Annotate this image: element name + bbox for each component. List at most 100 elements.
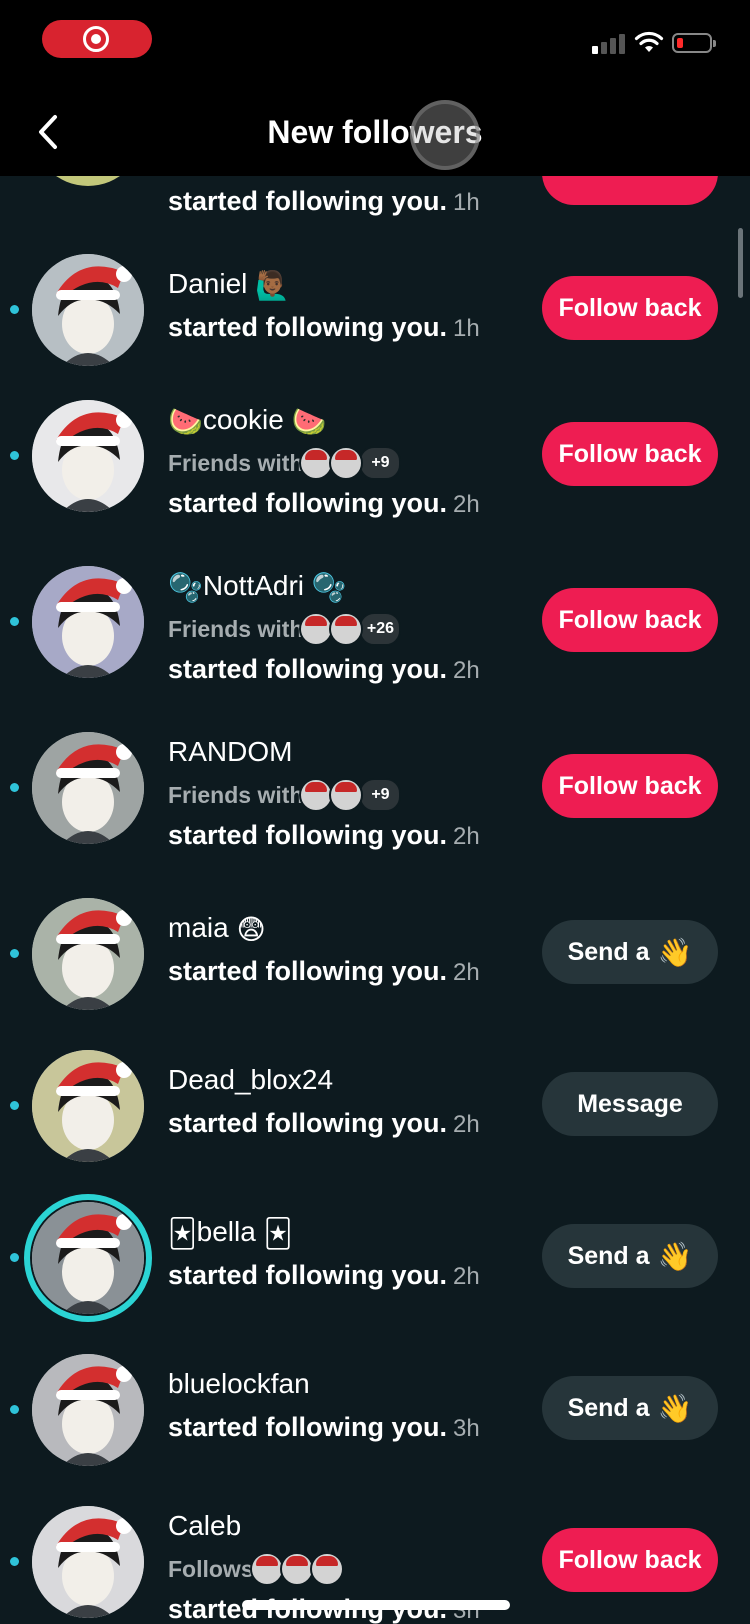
timestamp: 1h bbox=[453, 315, 480, 342]
username[interactable]: RANDOM bbox=[168, 736, 292, 768]
wave-icon: 👋 bbox=[657, 936, 693, 968]
timestamp: 2h bbox=[453, 1263, 480, 1290]
unread-dot bbox=[10, 949, 19, 958]
name-emoji: 🃏 bbox=[263, 1218, 293, 1250]
follow-back-button[interactable]: Follow back bbox=[542, 588, 718, 652]
mutual-avatar bbox=[299, 778, 334, 812]
mutual-avatar bbox=[309, 1552, 344, 1586]
home-indicator[interactable] bbox=[242, 1600, 510, 1610]
follow-action-text: started following you. 2h bbox=[168, 956, 480, 986]
name-emoji: 🍉 bbox=[291, 406, 327, 438]
list-item[interactable]: Dead_blox24started following you. 2h Messa… bbox=[0, 1046, 750, 1186]
mutual-avatar bbox=[329, 612, 364, 646]
follow-back-button-partial[interactable] bbox=[542, 176, 718, 205]
avatar[interactable] bbox=[32, 400, 144, 512]
name-emoji: 🙋🏾‍♂️ bbox=[255, 270, 291, 302]
name-emoji: 🫧 bbox=[311, 572, 347, 604]
timestamp: 2h bbox=[453, 823, 480, 850]
screen-record-indicator[interactable] bbox=[42, 20, 152, 58]
list-item[interactable]: bluelockfan started following you. 3h Send … bbox=[0, 1350, 750, 1490]
wave-icon: 👋 bbox=[657, 1240, 693, 1272]
mutual-count: +9 bbox=[359, 446, 402, 480]
follow-back-button[interactable]: Follow back bbox=[542, 422, 718, 486]
username[interactable]: bluelockfan bbox=[168, 1368, 310, 1400]
mutual-count: +9 bbox=[359, 778, 402, 812]
avatar[interactable] bbox=[32, 898, 144, 1010]
mutual-friends[interactable]: Friends with +26 bbox=[168, 612, 402, 646]
follow-back-button[interactable]: Follow back bbox=[542, 1528, 718, 1592]
battery-low-icon bbox=[672, 33, 716, 53]
follow-back-button[interactable]: Follow back bbox=[542, 276, 718, 340]
follow-action-text: started following you. 2h bbox=[168, 1260, 480, 1290]
unread-dot bbox=[10, 783, 19, 792]
follow-action-text: started following you. 2h bbox=[168, 488, 480, 518]
list-item[interactable]: 🫧NottAdri 🫧 Friends with +26 started follow… bbox=[0, 562, 750, 702]
avatar[interactable] bbox=[32, 176, 144, 186]
avatar[interactable] bbox=[32, 1202, 144, 1314]
follow-action-text: started following you. 1h bbox=[168, 312, 480, 342]
list-item[interactable]: 🍉cookie 🍉 Friends with +9 started following… bbox=[0, 396, 750, 536]
unread-dot bbox=[10, 451, 19, 460]
mutual-avatar bbox=[329, 446, 364, 480]
unread-dot bbox=[10, 1253, 19, 1262]
username[interactable]: Dead_blox24 bbox=[168, 1064, 333, 1096]
name-emoji: 🃏 bbox=[168, 1218, 197, 1250]
follow-back-button[interactable]: Follow back bbox=[542, 754, 718, 818]
screen-record-icon bbox=[83, 26, 109, 52]
avatar[interactable] bbox=[32, 1354, 144, 1466]
name-emoji: 😨 bbox=[236, 914, 266, 946]
timestamp: 2h bbox=[453, 959, 480, 986]
list-item[interactable]: maia 😨 started following you. 2h Send a 👋 bbox=[0, 894, 750, 1034]
timestamp: 2h bbox=[453, 491, 480, 518]
username[interactable]: 🍉cookie 🍉 bbox=[168, 404, 326, 438]
username[interactable]: 🫧NottAdri 🫧 bbox=[168, 570, 347, 604]
nav-header: New followers bbox=[0, 88, 750, 176]
username[interactable]: Caleb bbox=[168, 1510, 241, 1542]
unread-dot bbox=[10, 1101, 19, 1110]
timestamp: 3h bbox=[453, 1415, 480, 1442]
send-wave-button[interactable]: Send a 👋 bbox=[542, 1376, 718, 1440]
send-wave-button[interactable]: Send a 👋 bbox=[542, 920, 718, 984]
follow-action-text: started following you.3h bbox=[168, 1412, 480, 1442]
unread-dot bbox=[10, 617, 19, 626]
mutual-friends[interactable]: Friends with +9 bbox=[168, 446, 402, 480]
mutual-avatar bbox=[299, 446, 334, 480]
mutual-count: +26 bbox=[359, 612, 402, 646]
wave-icon: 👋 bbox=[657, 1392, 693, 1424]
send-wave-button[interactable]: Send a 👋 bbox=[542, 1224, 718, 1288]
mutual-avatar bbox=[279, 1552, 314, 1586]
mutual-avatar bbox=[299, 612, 334, 646]
timestamp: 2h bbox=[453, 1111, 480, 1138]
avatar[interactable] bbox=[32, 732, 144, 844]
username[interactable]: 🃏bella 🃏 bbox=[168, 1216, 292, 1250]
list-item[interactable]: RANDOM Friends with +9 started following yo… bbox=[0, 728, 750, 868]
avatar[interactable] bbox=[32, 1506, 144, 1618]
avatar[interactable] bbox=[32, 1050, 144, 1162]
cellular-signal-icon bbox=[592, 34, 625, 54]
avatar[interactable] bbox=[32, 566, 144, 678]
follow-action-text: started following you. 2h bbox=[168, 1108, 480, 1138]
name-emoji: 🍉 bbox=[168, 406, 203, 438]
mutual-friends[interactable]: Follows bbox=[168, 1552, 344, 1586]
timestamp: 2h bbox=[453, 657, 480, 684]
username[interactable]: maia 😨 bbox=[168, 912, 266, 946]
unread-dot bbox=[10, 1405, 19, 1414]
unread-dot bbox=[10, 305, 19, 314]
mutual-avatar bbox=[329, 778, 364, 812]
wifi-icon bbox=[634, 31, 664, 52]
scrollbar[interactable] bbox=[738, 228, 743, 298]
followers-list[interactable]: started following you. 1h Daniel 🙋🏾‍♂️ sta… bbox=[0, 176, 750, 1624]
avatar[interactable] bbox=[32, 254, 144, 366]
follow-action-text: started following you. 2h bbox=[168, 654, 480, 684]
mutual-friends[interactable]: Friends with +9 bbox=[168, 778, 402, 812]
name-emoji: 🫧 bbox=[168, 572, 203, 604]
unread-dot bbox=[10, 1557, 19, 1566]
follow-action-text: started following you. 1h bbox=[168, 186, 480, 216]
list-item[interactable]: 🃏bella 🃏 started following you. 2h Send a 👋 bbox=[0, 1194, 750, 1338]
list-item[interactable]: Daniel 🙋🏾‍♂️ started following you. 1h Foll… bbox=[0, 250, 750, 390]
mutual-avatar bbox=[249, 1552, 284, 1586]
list-item-partial[interactable]: started following you. 1h bbox=[0, 176, 750, 216]
message-button[interactable]: Message bbox=[542, 1072, 718, 1136]
username[interactable]: Daniel 🙋🏾‍♂️ bbox=[168, 268, 290, 302]
page-title: New followers bbox=[267, 114, 483, 150]
